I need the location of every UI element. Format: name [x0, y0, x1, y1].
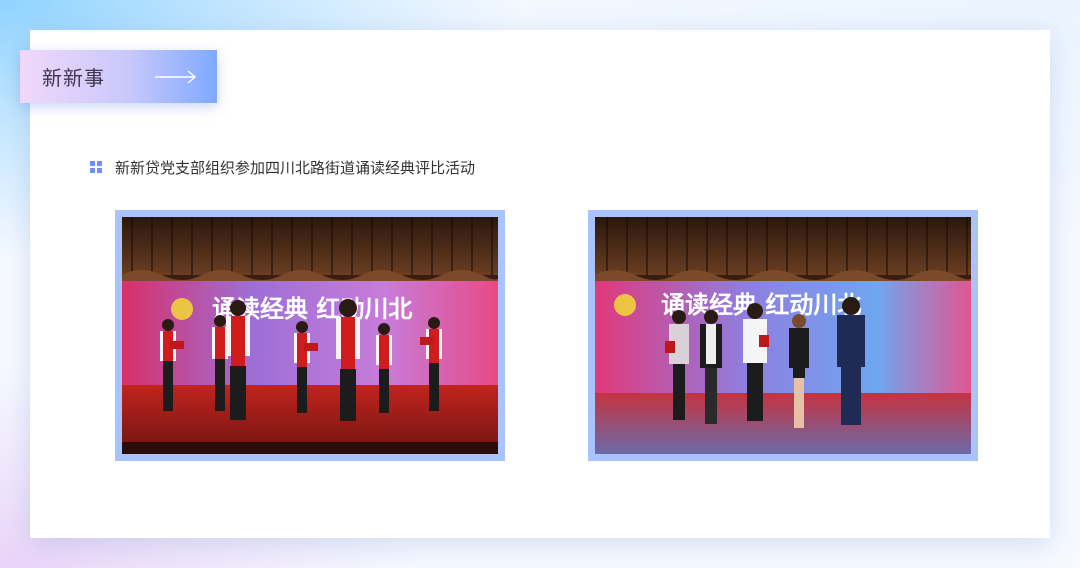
section-title: 新新事 — [42, 66, 105, 90]
reading-performance-image: 诵读经典 红动川北 — [122, 217, 498, 454]
grid-bullet-icon — [90, 161, 102, 173]
reading-performance-photo[interactable]: 诵读经典 红动川北 — [115, 210, 505, 461]
section-tag: 新新事 — [20, 50, 217, 103]
long-arrow-right-icon — [155, 70, 197, 84]
article-headline[interactable]: 新新贷党支部组织参加四川北路街道诵读经典评比活动 — [90, 156, 475, 178]
award-ceremony-image: 诵读经典 红动川北 — [595, 217, 971, 454]
article-headline-text: 新新贷党支部组织参加四川北路街道诵读经典评比活动 — [115, 158, 476, 177]
award-ceremony-photo[interactable]: 诵读经典 红动川北 — [588, 210, 978, 461]
